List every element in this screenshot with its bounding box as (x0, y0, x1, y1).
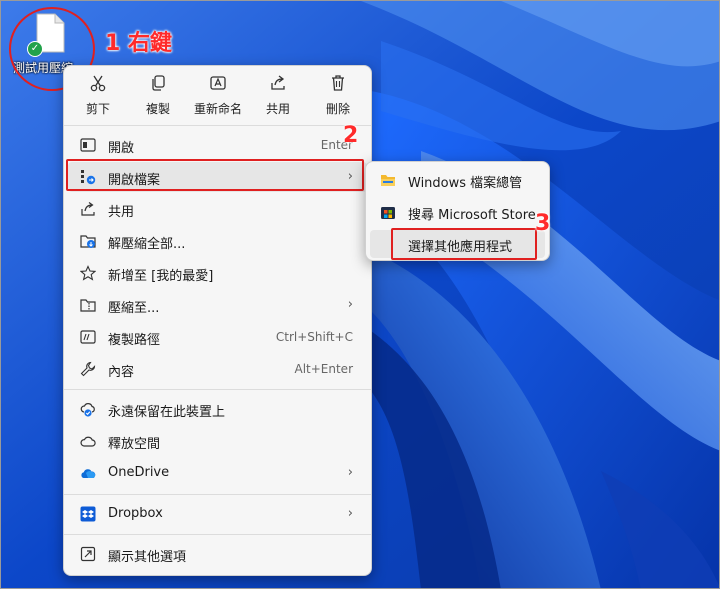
submenu-item-ms-store[interactable]: 搜尋 Microsoft Store (370, 198, 545, 226)
menu-item-label: 複製路徑 (108, 333, 161, 348)
scissors-icon (90, 75, 106, 92)
copy-button[interactable]: 複製 (128, 74, 188, 118)
star-icon (80, 265, 96, 281)
menu-item-dropbox[interactable]: Dropbox › (68, 499, 367, 529)
menu-item-show-more-options[interactable]: 顯示其他選項 (68, 539, 367, 569)
chevron-right-icon: › (347, 297, 353, 312)
chevron-right-icon: › (347, 465, 353, 480)
menu-item-open[interactable]: 開啟 Enter (68, 130, 367, 160)
cloud-check-icon (80, 403, 95, 417)
open-icon (80, 138, 96, 152)
menu-item-label: 永遠保留在此裝置上 (108, 405, 226, 420)
submenu-item-file-explorer[interactable]: Windows 檔案總管 (370, 166, 545, 194)
annotation-step1: 1 右鍵 (105, 31, 172, 56)
copy-label: 複製 (145, 102, 170, 116)
chevron-right-icon: › (347, 506, 353, 521)
rename-label: 重新命名 (193, 102, 242, 116)
menu-separator (64, 534, 371, 535)
menu-separator (64, 494, 371, 495)
cut-label: 剪下 (85, 102, 110, 116)
menu-item-label: Dropbox (108, 506, 163, 521)
delete-button[interactable]: 刪除 (308, 74, 368, 118)
menu-item-add-favorites[interactable]: 新增至 [我的最愛] (68, 258, 367, 288)
menu-item-shortcut: Ctrl+Shift+C (275, 330, 353, 344)
share-icon (81, 202, 95, 216)
compress-icon (80, 299, 96, 312)
menu-item-copy-path[interactable]: 複製路徑 Ctrl+Shift+C (68, 322, 367, 352)
menu-item-label: 內容 (108, 365, 135, 380)
cut-button[interactable]: 剪下 (68, 74, 128, 118)
trash-icon (332, 75, 344, 91)
menu-item-label: 顯示其他選項 (108, 550, 187, 565)
menu-item-free-space[interactable]: 釋放空間 (68, 426, 367, 456)
annotation-step2: 2 (343, 123, 359, 148)
extract-icon (80, 235, 96, 248)
menu-item-label: 開啟 (108, 141, 135, 156)
copy-icon (152, 75, 165, 91)
menu-item-always-keep[interactable]: 永遠保留在此裝置上 (68, 394, 367, 424)
context-toolbar: 剪下 複製 重新命名 共用 刪除 (64, 66, 371, 122)
menu-separator (64, 125, 371, 126)
menu-item-label: 釋放空間 (108, 437, 161, 452)
store-icon (381, 207, 395, 219)
wrench-icon (80, 361, 96, 377)
delete-label: 刪除 (325, 102, 350, 116)
menu-separator (64, 389, 371, 390)
rename-icon (210, 76, 226, 90)
menu-item-onedrive[interactable]: OneDrive › (68, 458, 367, 488)
share-button[interactable]: 共用 (248, 74, 308, 118)
menu-item-label: 解壓縮全部... (108, 237, 186, 252)
menu-item-label: 壓縮至... (108, 301, 160, 316)
more-options-icon (80, 546, 96, 562)
menu-item-properties[interactable]: 內容 Alt+Enter (68, 354, 367, 384)
menu-item-compress-to[interactable]: 壓縮至... › (68, 290, 367, 320)
annotation-step3: 3 (535, 211, 551, 236)
menu-item-label: 共用 (108, 205, 135, 220)
menu-item-shortcut: Alt+Enter (294, 362, 353, 376)
menu-item-extract-all[interactable]: 解壓縮全部... (68, 226, 367, 256)
context-menu: 剪下 複製 重新命名 共用 刪除 開啟 Enter 開啟檔案 › 共用 解壓縮全… (63, 65, 372, 576)
submenu-item-label: 搜尋 Microsoft Store (408, 208, 536, 223)
dropbox-icon (80, 506, 96, 522)
annotation-box-choose-app (391, 228, 537, 260)
screenshot-frame: ✓ 測試用壓縮 1 右鍵 剪下 複製 重新命名 共用 刪除 開啟 Enter 開… (0, 0, 720, 589)
share-label: 共用 (265, 102, 290, 116)
rename-button[interactable]: 重新命名 (188, 74, 248, 118)
folder-icon (381, 175, 395, 186)
menu-item-label: OneDrive (108, 465, 170, 480)
menu-item-share[interactable]: 共用 (68, 194, 367, 224)
annotation-box-open-with (66, 159, 364, 191)
menu-item-label: 新增至 [我的最愛] (108, 269, 214, 284)
onedrive-icon (81, 469, 96, 478)
copy-path-icon (80, 330, 96, 344)
share-icon (271, 75, 285, 90)
cloud-icon (80, 436, 96, 447)
submenu-item-label: Windows 檔案總管 (408, 176, 523, 191)
